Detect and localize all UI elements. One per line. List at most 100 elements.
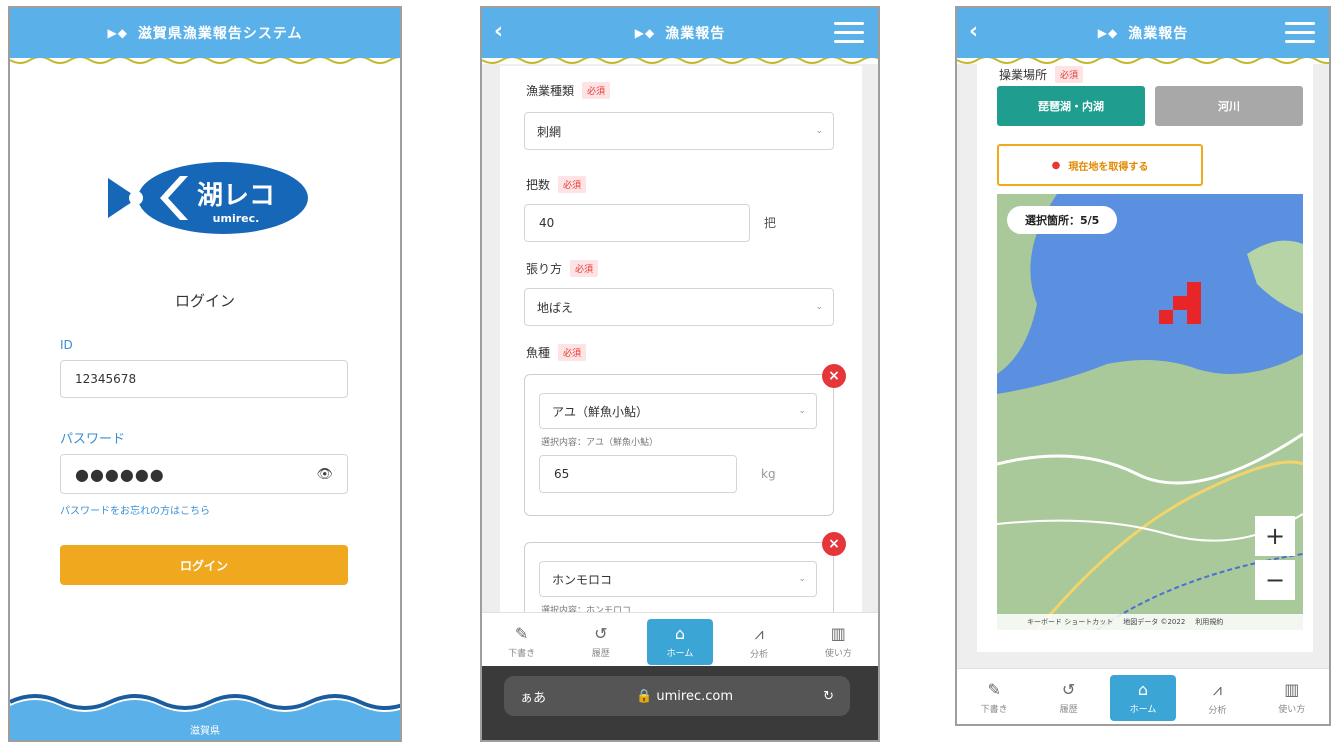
history-icon: ↺	[1061, 680, 1076, 699]
book-icon: ▥	[830, 624, 846, 643]
bottom-tab-bar: ✎ 下書き ↺ 履歴 ⌂ ホーム ⩘ 分析 ▥ 使い方	[482, 612, 878, 670]
tab-draft[interactable]: ✎ 下書き	[961, 675, 1027, 721]
chevron-down-icon: ⌄	[815, 302, 823, 312]
book-icon: ▥	[1284, 680, 1300, 699]
home-icon: ⌂	[674, 624, 686, 643]
id-label: ID	[60, 338, 73, 352]
species-select[interactable]: アユ（鮮魚小鮎） ⌄	[539, 393, 817, 429]
password-value: ●●●●●●	[75, 464, 165, 484]
password-field[interactable]: ●●●●●● 👁	[60, 454, 348, 494]
segment-lake[interactable]: 琵琶湖・内湖	[997, 86, 1145, 126]
chart-icon: ⩘	[1212, 679, 1222, 699]
segment-river[interactable]: 河川	[1155, 86, 1303, 126]
species-value: アユ（鮮魚小鮎）	[552, 404, 649, 419]
reload-icon[interactable]: ↻	[823, 689, 834, 704]
chevron-down-icon: ⌄	[798, 406, 806, 416]
app-header: ▶◆ 滋賀県漁業報告システム	[10, 8, 400, 58]
chevron-down-icon: ⌄	[815, 126, 823, 136]
zoom-in-button[interactable]: +	[1255, 516, 1295, 556]
area-label: 操業場所 必須	[999, 66, 1084, 83]
login-screen: ▶◆ 滋賀県漁業報告システム 湖レコ umirec. ログイン ID 12345…	[8, 6, 402, 742]
fish-icon: ▶◆	[107, 26, 128, 40]
weight-field[interactable]: 65	[539, 455, 737, 493]
map-pin-icon: ●	[1051, 159, 1061, 171]
tab-analysis[interactable]: ⩘ 分析	[1184, 675, 1250, 721]
back-icon[interactable]: ‹	[969, 19, 978, 44]
chart-icon: ⩘	[754, 623, 764, 643]
history-icon: ↺	[594, 624, 608, 643]
get-location-button[interactable]: ● 現在地を取得する	[997, 144, 1203, 186]
required-badge: 必須	[558, 344, 587, 361]
chevron-down-icon: ⌄	[798, 574, 806, 584]
footer-text: 滋賀県	[190, 725, 220, 737]
tab-draft[interactable]: ✎ 下書き	[489, 619, 555, 665]
eye-icon[interactable]: 👁	[316, 467, 333, 482]
required-badge: 必須	[570, 260, 599, 277]
method-select[interactable]: 地ばえ ⌄	[524, 288, 834, 326]
url-text: 🔒 umirec.com	[636, 688, 734, 704]
map-screen: ▶◆ 漁業報告 ‹ 操業場所 必須 琵琶湖・内湖 河川 ● 現在地を取得する 選…	[955, 6, 1331, 726]
count-unit: 把	[764, 216, 777, 230]
fish-icon: ▶◆	[1097, 26, 1119, 40]
home-icon: ⌂	[1137, 680, 1149, 699]
tab-guide[interactable]: ▥ 使い方	[1259, 675, 1325, 721]
remove-species-icon[interactable]: ×	[822, 532, 846, 556]
count-label: 把数 必須	[526, 176, 587, 193]
remove-species-icon[interactable]: ×	[822, 364, 846, 388]
app-header: ▶◆ 漁業報告	[482, 8, 878, 58]
menu-icon[interactable]	[1285, 22, 1315, 44]
report-form: 漁業種類 必須 刺網 ⌄ 把数 必須 40 把 張り方 必須 地ばえ ⌄ 魚種 必須 アユ（…	[500, 66, 862, 632]
logo-subtext: umirec.	[213, 212, 260, 225]
fishing-type-select[interactable]: 刺網 ⌄	[524, 112, 834, 150]
app-title: 滋賀県漁業報告システム	[137, 26, 303, 42]
tab-analysis[interactable]: ⩘ 分析	[726, 619, 792, 665]
species-value: ホンモロコ	[552, 572, 613, 587]
id-value: 12345678	[75, 372, 137, 386]
header-wave	[10, 58, 400, 64]
method-label: 張り方 必須	[526, 260, 599, 277]
pencil-icon: ✎	[514, 624, 529, 643]
logo-text: 湖レコ	[197, 181, 275, 211]
browser-bar: ぁあ 🔒 umirec.com ↻	[482, 666, 878, 740]
forgot-password-link[interactable]: パスワードをお忘れの方はこちら	[60, 502, 210, 517]
fishing-type-label: 漁業種類 必須	[526, 82, 611, 99]
menu-icon[interactable]	[834, 22, 864, 44]
required-badge: 必須	[1055, 66, 1084, 83]
map-attribution: キーボード ショートカット 地図データ ©2022 利用規約	[997, 614, 1303, 630]
password-label: パスワード	[60, 432, 126, 447]
login-title: ログイン	[174, 292, 235, 310]
tab-home[interactable]: ⌂ ホーム	[1109, 674, 1176, 721]
species-select[interactable]: ホンモロコ ⌄	[539, 561, 817, 597]
login-button[interactable]: ログイン	[60, 545, 348, 585]
tab-home[interactable]: ⌂ ホーム	[646, 618, 713, 665]
report-screen: ▶◆ 漁業報告 ‹ 漁業種類 必須 刺網 ⌄ 把数 必須 40 把 張り方 必須 地ばえ…	[480, 6, 880, 742]
umirec-logo: 湖レコ umirec.	[98, 158, 318, 238]
text-size-button[interactable]: ぁあ	[520, 687, 546, 706]
url-bar[interactable]: ぁあ 🔒 umirec.com ↻	[504, 676, 850, 716]
species-card: アユ（鮮魚小鮎） ⌄ 選択内容：アユ（鮮魚小鮎） 65 kg	[524, 374, 834, 516]
pencil-icon: ✎	[987, 680, 1001, 699]
footer-wave	[10, 694, 400, 718]
map-view[interactable]: 選択箇所：5/5 + − キーボード ショートカット 地図データ ©2022 利用規…	[997, 194, 1303, 630]
species-label: 魚種 必須	[526, 344, 587, 361]
back-icon[interactable]: ‹	[494, 19, 503, 44]
app-title: 漁業報告	[665, 26, 726, 42]
tab-history[interactable]: ↺ 履歴	[568, 619, 634, 665]
app-header: ▶◆ 漁業報告	[957, 8, 1329, 58]
bottom-tab-bar: ✎ 下書き ↺ 履歴 ⌂ ホーム ⩘ 分析 ▥ 使い方	[957, 668, 1329, 724]
method-value: 地ばえ	[537, 300, 574, 315]
tab-history[interactable]: ↺ 履歴	[1036, 675, 1102, 721]
count-value: 40	[539, 216, 555, 230]
weight-unit: kg	[761, 467, 776, 481]
count-field[interactable]: 40	[524, 204, 750, 242]
footer-bar: 滋賀県	[10, 718, 400, 740]
zoom-out-button[interactable]: −	[1255, 560, 1295, 600]
fishing-type-value: 刺網	[537, 124, 562, 139]
required-badge: 必須	[558, 176, 587, 193]
app-title: 漁業報告	[1128, 26, 1189, 42]
species-selected-text: 選択内容：アユ（鮮魚小鮎）	[541, 438, 659, 448]
tab-guide[interactable]: ▥ 使い方	[805, 619, 871, 665]
id-field[interactable]: 12345678	[60, 360, 348, 398]
required-badge: 必須	[582, 82, 611, 99]
fish-icon: ▶◆	[634, 26, 656, 40]
